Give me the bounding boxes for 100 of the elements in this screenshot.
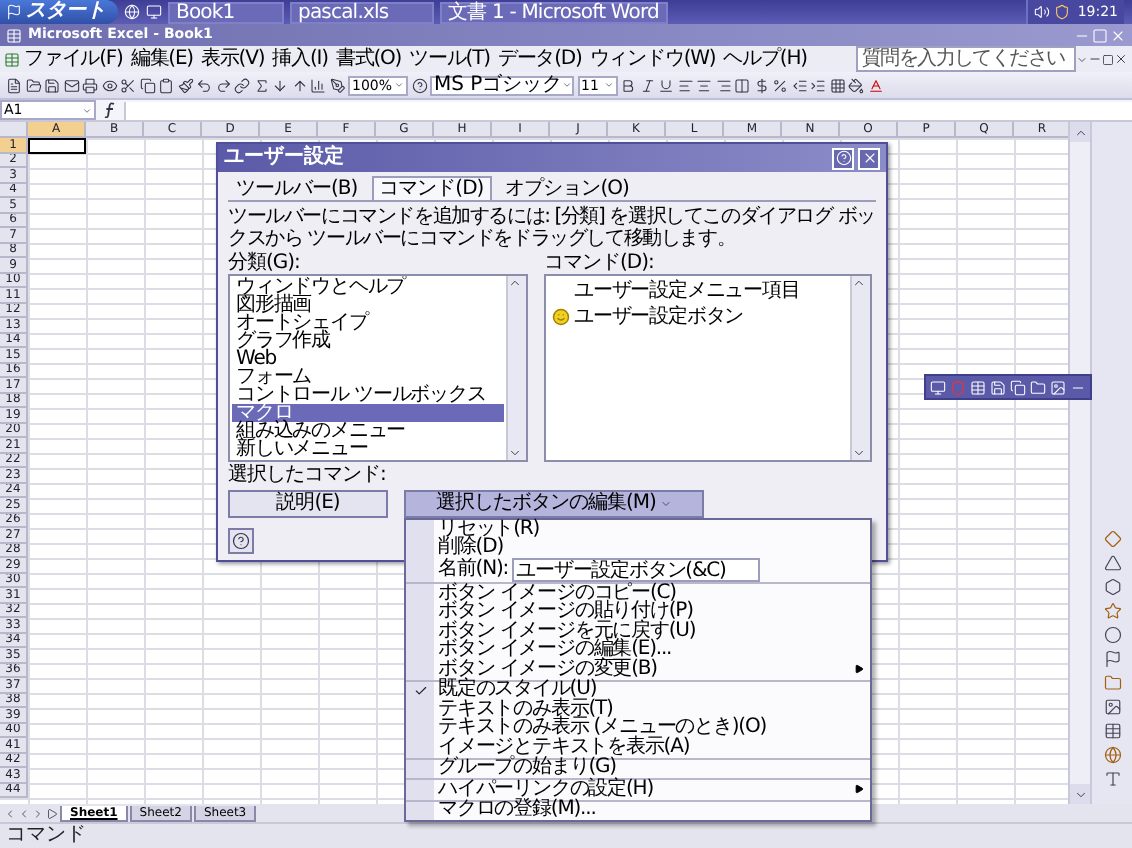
command-item[interactable]: ユーザー設定ボタン [548, 304, 848, 330]
chart-icon[interactable] [310, 77, 326, 93]
text-icon[interactable] [1103, 770, 1121, 788]
start-button[interactable]: スタート [0, 0, 118, 24]
undo-icon[interactable] [196, 77, 212, 93]
category-item[interactable]: マクロ [232, 404, 504, 422]
star-icon[interactable] [1103, 602, 1121, 620]
mail-icon[interactable] [63, 77, 79, 93]
menu-item[interactable]: ボタン イメージの変更(B) [406, 660, 870, 679]
restore-icon[interactable] [1102, 53, 1114, 65]
align-center-icon[interactable] [696, 77, 712, 93]
monitor-icon[interactable] [930, 379, 946, 395]
menu-item[interactable]: イメージとテキストを表示(A) [406, 738, 870, 757]
help-button[interactable] [228, 528, 254, 554]
font-field[interactable]: MS Pゴシック [430, 75, 574, 95]
image-icon[interactable] [1103, 698, 1121, 716]
sort-ascending-icon[interactable] [272, 77, 288, 93]
copy-icon[interactable] [1010, 379, 1026, 395]
menu-item[interactable]: ヘルプ(H) [719, 46, 811, 72]
printer-icon[interactable] [82, 77, 98, 93]
speaker-icon[interactable] [1033, 4, 1050, 20]
category-item[interactable]: グラフ作成 [232, 332, 504, 350]
taskbar-button[interactable]: 文書 1 - Microsoft Word [440, 1, 667, 23]
circle-icon[interactable] [1103, 626, 1121, 644]
cut-icon[interactable] [120, 77, 136, 93]
scroll-down-icon[interactable] [1073, 787, 1087, 801]
folder-icon[interactable] [1103, 674, 1121, 692]
formula-input[interactable] [124, 101, 1132, 119]
align-left-icon[interactable] [677, 77, 693, 93]
scroll-down-icon[interactable] [852, 446, 866, 460]
category-item[interactable]: 組み込みのメニュー [232, 422, 504, 440]
dialog-tab[interactable]: ツールバー(B) [228, 176, 366, 200]
new-file-icon[interactable] [6, 77, 22, 93]
menu-item[interactable]: 既定のスタイル(U) [406, 679, 870, 700]
table-icon[interactable] [1103, 722, 1121, 740]
font-color-icon[interactable] [867, 77, 883, 93]
menu-item[interactable]: ボタン イメージの編集(E)... [406, 641, 870, 660]
command-item[interactable]: ユーザー設定メニュー項目 [548, 278, 848, 304]
category-item[interactable]: オートシェイプ [232, 314, 504, 332]
scroll-up-icon[interactable] [508, 276, 522, 290]
category-item[interactable]: 新しいメニュー [232, 440, 504, 458]
monitor-icon[interactable] [146, 4, 162, 20]
open-folder-icon[interactable] [25, 77, 41, 93]
category-item[interactable]: コントロール ツールボックス [232, 386, 504, 404]
help-icon[interactable] [411, 77, 427, 93]
save-icon[interactable] [44, 77, 60, 93]
link-icon[interactable] [234, 77, 250, 93]
dialog-tab[interactable]: コマンド(D) [371, 176, 492, 200]
percent-icon[interactable] [772, 77, 788, 93]
describe-button[interactable]: 説明(E) [228, 490, 388, 518]
menu-item[interactable]: 挿入(I) [268, 46, 332, 72]
vertical-scrollbar[interactable] [1068, 122, 1090, 804]
menu-item[interactable]: ファイル(F) [20, 46, 127, 72]
category-item[interactable]: Web [232, 350, 504, 368]
hexagon-icon[interactable] [1103, 578, 1121, 596]
copy-icon[interactable] [139, 77, 155, 93]
preview-icon[interactable] [101, 77, 117, 93]
menu-item[interactable]: マクロの登録(M)... [406, 799, 870, 820]
category-item[interactable]: 図形描画 [232, 296, 504, 314]
active-cell[interactable] [28, 138, 86, 153]
paste-icon[interactable] [158, 77, 174, 93]
menu-item[interactable]: テキストのみ表示(T) [406, 700, 870, 719]
scroll-up-icon[interactable] [852, 276, 866, 290]
align-right-icon[interactable] [715, 77, 731, 93]
sort-descending-icon[interactable] [291, 77, 307, 93]
close-button[interactable] [858, 147, 880, 169]
indent-decrease-icon[interactable] [791, 77, 807, 93]
underline-icon[interactable] [658, 77, 674, 93]
menu-item[interactable]: 削除(D) [406, 539, 870, 558]
menu-item[interactable]: グループの始まり(G) [406, 757, 870, 778]
paintbrush-icon[interactable] [177, 77, 193, 93]
bold-icon[interactable] [620, 77, 636, 93]
diamond-icon[interactable] [1103, 530, 1121, 548]
menu-item[interactable]: 書式(O) [331, 46, 406, 72]
dialog-tab[interactable]: オプション(O) [497, 176, 637, 200]
merge-cells-icon[interactable] [734, 77, 750, 93]
borders-icon[interactable] [829, 77, 845, 93]
fill-color-icon[interactable] [848, 77, 864, 93]
menu-item[interactable]: ボタン イメージを元に戻す(U) [406, 622, 870, 641]
taskbar-button[interactable]: Book1 [168, 1, 284, 23]
question-field[interactable]: 質問を入力してください [856, 46, 1076, 72]
flag-icon[interactable] [1103, 650, 1121, 668]
menu-item[interactable]: リセット(R) [406, 520, 870, 539]
menu-item[interactable]: データ(D) [493, 46, 586, 72]
scroll-up-icon[interactable] [1073, 125, 1087, 139]
category-item[interactable]: フォーム [232, 368, 504, 386]
menu-item[interactable]: テキストのみ表示 (メニューのとき)(O) [406, 719, 870, 738]
menu-item[interactable]: ハイパーリンクの設定(H) [406, 778, 870, 799]
menu-item[interactable]: ツール(T) [405, 46, 494, 72]
menu-item[interactable]: ウィンドウ(W) [585, 46, 720, 72]
commands-list[interactable]: ユーザー設定メニュー項目 ユーザー設定ボタン [544, 274, 872, 462]
function-icon[interactable] [104, 102, 116, 118]
menu-item[interactable]: 表示(V) [196, 46, 269, 72]
drawing-pen-icon[interactable] [329, 77, 345, 93]
scroll-down-icon[interactable] [508, 446, 522, 460]
menu-item[interactable]: ボタン イメージの貼り付け(P) [406, 603, 870, 622]
currency-icon[interactable] [753, 77, 769, 93]
menu-item[interactable]: 編集(E) [126, 46, 197, 72]
taskbar-button[interactable]: pascal.xls [290, 1, 434, 23]
sum-icon[interactable] [253, 77, 269, 93]
